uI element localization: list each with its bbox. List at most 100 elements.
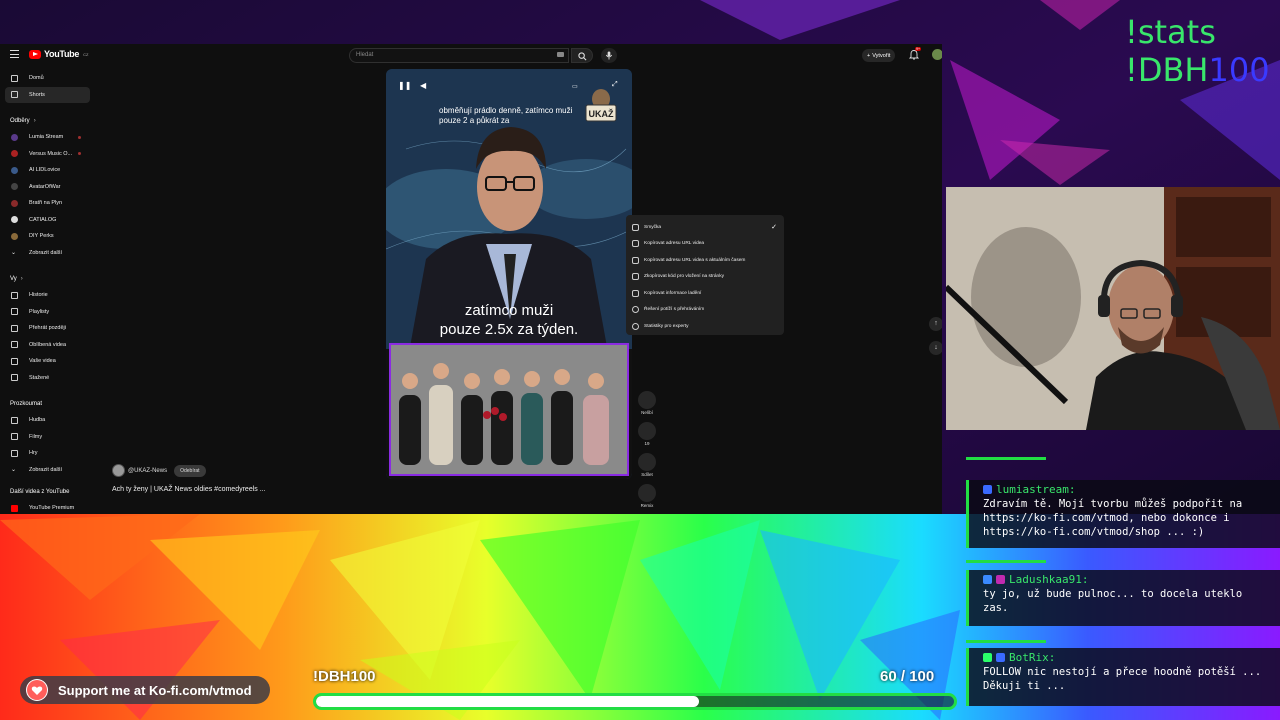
subtitle-main: zatímco muži pouze 2.5x za týden. [386,301,632,339]
account-avatar[interactable] [932,49,942,60]
home-icon [11,74,18,82]
sidebar-item-your-videos[interactable]: Vaše videa [0,353,100,370]
sidebar-item-subscription[interactable]: AI LIDLovice [0,162,100,179]
keyboard-icon[interactable] [557,52,564,57]
menu-item-copy-url-time[interactable]: Kopírovat adresu URL videa s aktuálním č… [626,252,784,269]
more-from-youtube-heading: Další videa z YouTube [10,488,70,495]
channel-avatar [11,216,18,224]
search-input[interactable]: Hledat [349,48,569,63]
sidebar-item-films[interactable]: Filmy [0,429,100,446]
menu-icon[interactable] [10,50,19,58]
sidebar-item-label: Shorts [29,91,45,98]
sidebar-item-subscription[interactable]: CATIALOG [0,212,100,229]
share-button[interactable]: Sdílet [636,453,658,477]
sidebar-item-label: Hudba [29,417,46,424]
check-icon: ✓ [771,224,777,232]
link-icon [632,256,639,264]
dislike-button[interactable]: Nelíbí [636,391,658,415]
chat-divider [966,640,1046,643]
create-button[interactable]: + Vytvořit [862,49,896,62]
menu-item-loop[interactable]: Smyčka ✓ [626,219,784,236]
short-actions: Nelíbí 19 Sdílet Remix [636,391,658,514]
voice-search-button[interactable] [601,48,617,63]
loop-icon [632,223,639,231]
captions-icon[interactable]: ▭ [572,83,578,90]
sidebar-item-label: Lumia Stream [29,134,64,141]
pause-icon[interactable]: ❚❚ [398,81,411,90]
context-menu: Smyčka ✓ Kopírovat adresu URL videa Kopír… [626,215,784,335]
sidebar-item-games[interactable]: Hry [0,445,100,462]
your-videos-icon [11,357,18,365]
ukaz-logo-text: UKAŽ [589,108,614,119]
remix-button[interactable]: Remix [636,484,658,508]
share-label: Sdílet [641,472,653,477]
volume-icon[interactable]: ◀ [420,81,426,90]
sidebar-item-downloads[interactable]: Stažené [0,370,100,387]
sidebar-item-show-more[interactable]: ⌄ Zobrazit další [0,245,100,262]
channel-avatar [11,166,18,174]
sidebar-item-label: YouTube Premium [29,505,75,512]
sidebar-item-liked[interactable]: Oblíbená videa [0,337,100,354]
sidebar-item-youtube-premium[interactable]: YouTube Premium [0,500,100,514]
subscriptions-heading[interactable]: Odběry › [0,112,100,129]
menu-item-copy-embed[interactable]: Zkopírovat kód pro vložení na stránky [626,269,784,286]
chat-message: lumiastream: Zdravím tě. Mojí tvorbu můž… [966,480,1280,548]
chat-message: BotRix: FOLLOW nic nestojí a přece hoodn… [966,648,1280,706]
search-button[interactable] [571,48,593,63]
webcam-feed [946,187,1280,430]
sidebar-item-subscription[interactable]: Bratři na Plyn [0,195,100,212]
goal-separator: / [900,668,906,685]
next-short-button[interactable]: ↓ [929,341,942,355]
sidebar-item-playlists[interactable]: Playlisty [0,304,100,321]
sidebar-item-subscription[interactable]: AvatarOfWar [0,179,100,196]
goal-progress-bar [313,693,957,710]
kofi-banner[interactable]: Support me at Ko-fi.com/vtmod [20,676,270,704]
comments-button[interactable]: 19 [636,422,658,446]
sidebar-item-label: Domů [29,75,44,82]
sidebar-item-subscription[interactable]: Lumia Stream [0,129,100,146]
menu-item-copy-debug[interactable]: Kopírovat informace ladění [626,285,784,302]
new-content-dot [78,135,81,139]
sidebar-item-label: Zobrazit další [29,466,63,473]
short-title[interactable]: Ach ty ženy | UKAŽ News oldies #comedyre… [112,486,266,493]
moderator-badge-icon [983,575,992,584]
sidebar-item-label: AI LIDLovice [29,167,61,174]
subtitle-line-1: zatímco muži [464,302,554,319]
sidebar-item-subscription[interactable]: DIY Perks [0,228,100,245]
sidebar-item-shorts[interactable]: Shorts [5,86,90,103]
sidebar-item-history[interactable]: Historie [0,287,100,304]
goal-progress-fill [316,696,699,707]
you-heading[interactable]: Vy › [0,270,100,287]
chat-username: lumiastream: [969,480,1280,496]
sidebar-item-label: AvatarOfWar [29,183,61,190]
menu-item-stats[interactable]: Statistiky pro experty [626,318,784,335]
sidebar-item-music[interactable]: Hudba [0,412,100,429]
sidebar-item-label: Oblíbená videa [29,341,66,348]
bot-badge-icon [983,485,992,494]
channel-name[interactable]: @UKAZ-News [128,468,167,474]
youtube-play-icon [29,49,41,59]
chat-divider [966,560,1046,563]
sidebar-item-label: Stažené [29,374,50,381]
sidebar-item-watch-later[interactable]: Přehrát později [0,320,100,337]
sidebar-item-home[interactable]: Domů [0,70,100,87]
previous-short-button[interactable]: ↑ [929,317,942,331]
sidebar-item-label: Přehrát později [29,325,66,332]
channel-avatar[interactable] [112,464,125,477]
sidebar-item-label: Hry [29,450,38,457]
download-icon [11,374,18,382]
menu-item-troubleshoot[interactable]: Řešení potíží s přehráváním [626,302,784,319]
gamepad-icon [11,449,18,457]
sidebar-item-show-more[interactable]: ⌄ Zobrazit další [0,462,100,479]
sidebar-item-subscription[interactable]: Versus Music O... [0,146,100,163]
menu-item-copy-url[interactable]: Kopírovat adresu URL videa [626,236,784,253]
comment-icon [638,422,656,440]
subtitle-line-2: pouze 2.5x za týden. [439,321,579,338]
history-icon [11,291,18,299]
subscribe-button[interactable]: Odebírat [174,464,206,477]
youtube-logo[interactable]: YouTube CZ [29,49,88,59]
youtube-logo-region: CZ [83,51,89,57]
stats-command-label: !stats [1125,13,1216,51]
menu-item-label: Kopírovat adresu URL videa s aktuálním č… [644,257,746,263]
goal-target: 100 [909,668,935,685]
